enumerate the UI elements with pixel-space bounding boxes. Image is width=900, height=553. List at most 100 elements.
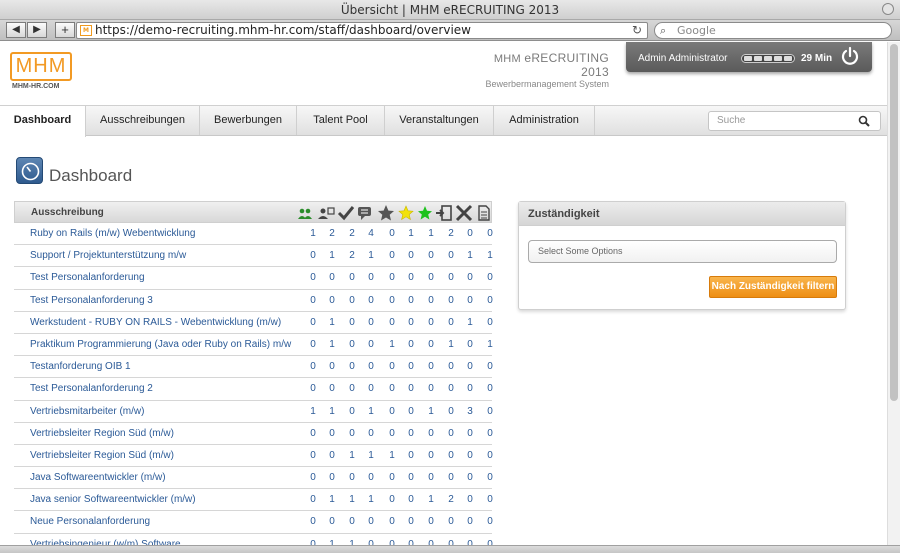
count-cell[interactable]: 0 xyxy=(463,228,477,239)
count-cell[interactable]: 0 xyxy=(345,317,359,328)
count-cell[interactable]: 0 xyxy=(325,295,339,306)
count-cell[interactable]: 0 xyxy=(424,339,438,350)
count-cell[interactable]: 1 xyxy=(345,494,359,505)
count-cell[interactable]: 1 xyxy=(424,406,438,417)
count-cell[interactable]: 0 xyxy=(444,472,458,483)
count-cell[interactable]: 2 xyxy=(345,228,359,239)
count-cell[interactable]: 0 xyxy=(306,383,320,394)
count-cell[interactable]: 0 xyxy=(483,494,497,505)
count-cell[interactable]: 1 xyxy=(345,450,359,461)
count-cell[interactable]: 1 xyxy=(325,406,339,417)
table-row[interactable]: Vertriebsleiter Region Süd (m/w) 0 0 0 0 0 0 0 0… xyxy=(14,423,493,445)
count-cell[interactable]: 0 xyxy=(463,383,477,394)
count-cell[interactable]: 0 xyxy=(385,317,399,328)
table-row[interactable]: Vertriebsleiter Region Süd (m/w) 0 0 1 1 1 0 0 0… xyxy=(14,445,493,468)
count-cell[interactable]: 0 xyxy=(325,450,339,461)
count-cell[interactable]: 0 xyxy=(364,428,378,439)
count-cell[interactable]: 0 xyxy=(325,361,339,372)
add-bookmark-button[interactable]: + xyxy=(55,22,75,38)
count-cell[interactable]: 0 xyxy=(385,361,399,372)
tab-administration[interactable]: Administration xyxy=(494,106,595,135)
job-title-link[interactable]: Vertriebsleiter Region Süd (m/w) xyxy=(30,428,174,439)
count-cell[interactable]: 0 xyxy=(385,228,399,239)
count-cell[interactable]: 0 xyxy=(325,516,339,527)
reload-icon[interactable]: ↻ xyxy=(632,23,642,38)
table-row[interactable]: Praktikum Programmierung (Java oder Ruby… xyxy=(14,334,493,357)
count-cell[interactable]: 0 xyxy=(483,406,497,417)
count-cell[interactable]: 0 xyxy=(424,250,438,261)
count-cell[interactable]: 0 xyxy=(306,428,320,439)
count-cell[interactable]: 0 xyxy=(404,383,418,394)
count-cell[interactable]: 0 xyxy=(345,472,359,483)
count-cell[interactable]: 0 xyxy=(306,516,320,527)
count-cell[interactable]: 1 xyxy=(385,450,399,461)
window-zoom-icon[interactable] xyxy=(882,3,894,15)
tab-dashboard[interactable]: Dashboard xyxy=(0,106,86,137)
count-cell[interactable]: 0 xyxy=(444,406,458,417)
count-cell[interactable]: 0 xyxy=(306,450,320,461)
count-cell[interactable]: 0 xyxy=(463,472,477,483)
count-cell[interactable]: 1 xyxy=(325,317,339,328)
count-cell[interactable]: 0 xyxy=(444,295,458,306)
search-icon[interactable] xyxy=(858,112,870,132)
count-cell[interactable]: 0 xyxy=(444,428,458,439)
count-cell[interactable]: 0 xyxy=(364,472,378,483)
count-cell[interactable]: 1 xyxy=(306,228,320,239)
count-cell[interactable]: 1 xyxy=(364,450,378,461)
search-input[interactable]: Suche xyxy=(708,111,881,131)
job-title-link[interactable]: Ruby on Rails (m/w) Webentwicklung xyxy=(30,228,195,239)
count-cell[interactable]: 0 xyxy=(345,516,359,527)
count-cell[interactable]: 0 xyxy=(385,428,399,439)
count-cell[interactable]: 0 xyxy=(424,450,438,461)
count-cell[interactable]: 0 xyxy=(385,272,399,283)
count-cell[interactable]: 0 xyxy=(483,450,497,461)
power-icon[interactable] xyxy=(840,46,860,66)
job-title-link[interactable]: Test Personalanforderung 3 xyxy=(30,295,153,306)
forward-button[interactable]: ▶ xyxy=(27,22,47,38)
count-cell[interactable]: 0 xyxy=(345,272,359,283)
table-row[interactable]: Testanforderung OIB 10000000000 xyxy=(14,356,493,379)
job-title-link[interactable]: Neue Personalanforderung xyxy=(30,516,150,527)
count-cell[interactable]: 0 xyxy=(424,516,438,527)
count-cell[interactable]: 0 xyxy=(385,516,399,527)
count-cell[interactable]: 0 xyxy=(483,516,497,527)
count-cell[interactable]: 0 xyxy=(385,295,399,306)
count-cell[interactable]: 0 xyxy=(345,339,359,350)
count-cell[interactable]: 0 xyxy=(306,295,320,306)
table-row[interactable]: Vertriebsmitarbeiter (m/w) 1 1 0 1 0 0 1 0 3 0 xyxy=(14,401,493,423)
tab-veranstaltungen[interactable]: Veranstaltungen xyxy=(385,106,494,135)
count-cell[interactable]: 0 xyxy=(483,295,497,306)
count-cell[interactable]: 0 xyxy=(345,383,359,394)
count-cell[interactable]: 0 xyxy=(306,272,320,283)
count-cell[interactable]: 0 xyxy=(424,383,438,394)
count-cell[interactable]: 0 xyxy=(424,472,438,483)
zustaendigkeit-select[interactable]: Select Some Options xyxy=(528,240,837,263)
job-title-link[interactable]: Java senior Softwareentwickler (m/w) xyxy=(30,494,196,505)
count-cell[interactable]: 0 xyxy=(364,317,378,328)
count-cell[interactable]: 0 xyxy=(404,339,418,350)
count-cell[interactable]: 0 xyxy=(385,406,399,417)
count-cell[interactable]: 1 xyxy=(483,339,497,350)
count-cell[interactable]: 2 xyxy=(444,494,458,505)
count-cell[interactable]: 0 xyxy=(463,428,477,439)
count-cell[interactable]: 1 xyxy=(364,494,378,505)
job-title-link[interactable]: Testanforderung OIB 1 xyxy=(30,361,131,372)
count-cell[interactable]: 1 xyxy=(444,339,458,350)
back-button[interactable]: ◀ xyxy=(6,22,26,38)
count-cell[interactable]: 0 xyxy=(444,272,458,283)
count-cell[interactable]: 1 xyxy=(325,494,339,505)
job-title-link[interactable]: Vertriebsmitarbeiter (m/w) xyxy=(30,406,144,417)
count-cell[interactable]: 3 xyxy=(463,406,477,417)
count-cell[interactable]: 0 xyxy=(364,295,378,306)
count-cell[interactable]: 0 xyxy=(483,383,497,394)
count-cell[interactable]: 1 xyxy=(424,494,438,505)
count-cell[interactable]: 0 xyxy=(483,228,497,239)
count-cell[interactable]: 1 xyxy=(424,228,438,239)
tab-bewerbungen[interactable]: Bewerbungen xyxy=(200,106,297,135)
count-cell[interactable]: 0 xyxy=(463,361,477,372)
count-cell[interactable]: 0 xyxy=(404,472,418,483)
count-cell[interactable]: 0 xyxy=(404,406,418,417)
count-cell[interactable]: 0 xyxy=(463,516,477,527)
table-row[interactable]: Java senior Softwareentwickler (m/w) 0 1 1 1… xyxy=(14,489,493,512)
count-cell[interactable]: 0 xyxy=(385,472,399,483)
